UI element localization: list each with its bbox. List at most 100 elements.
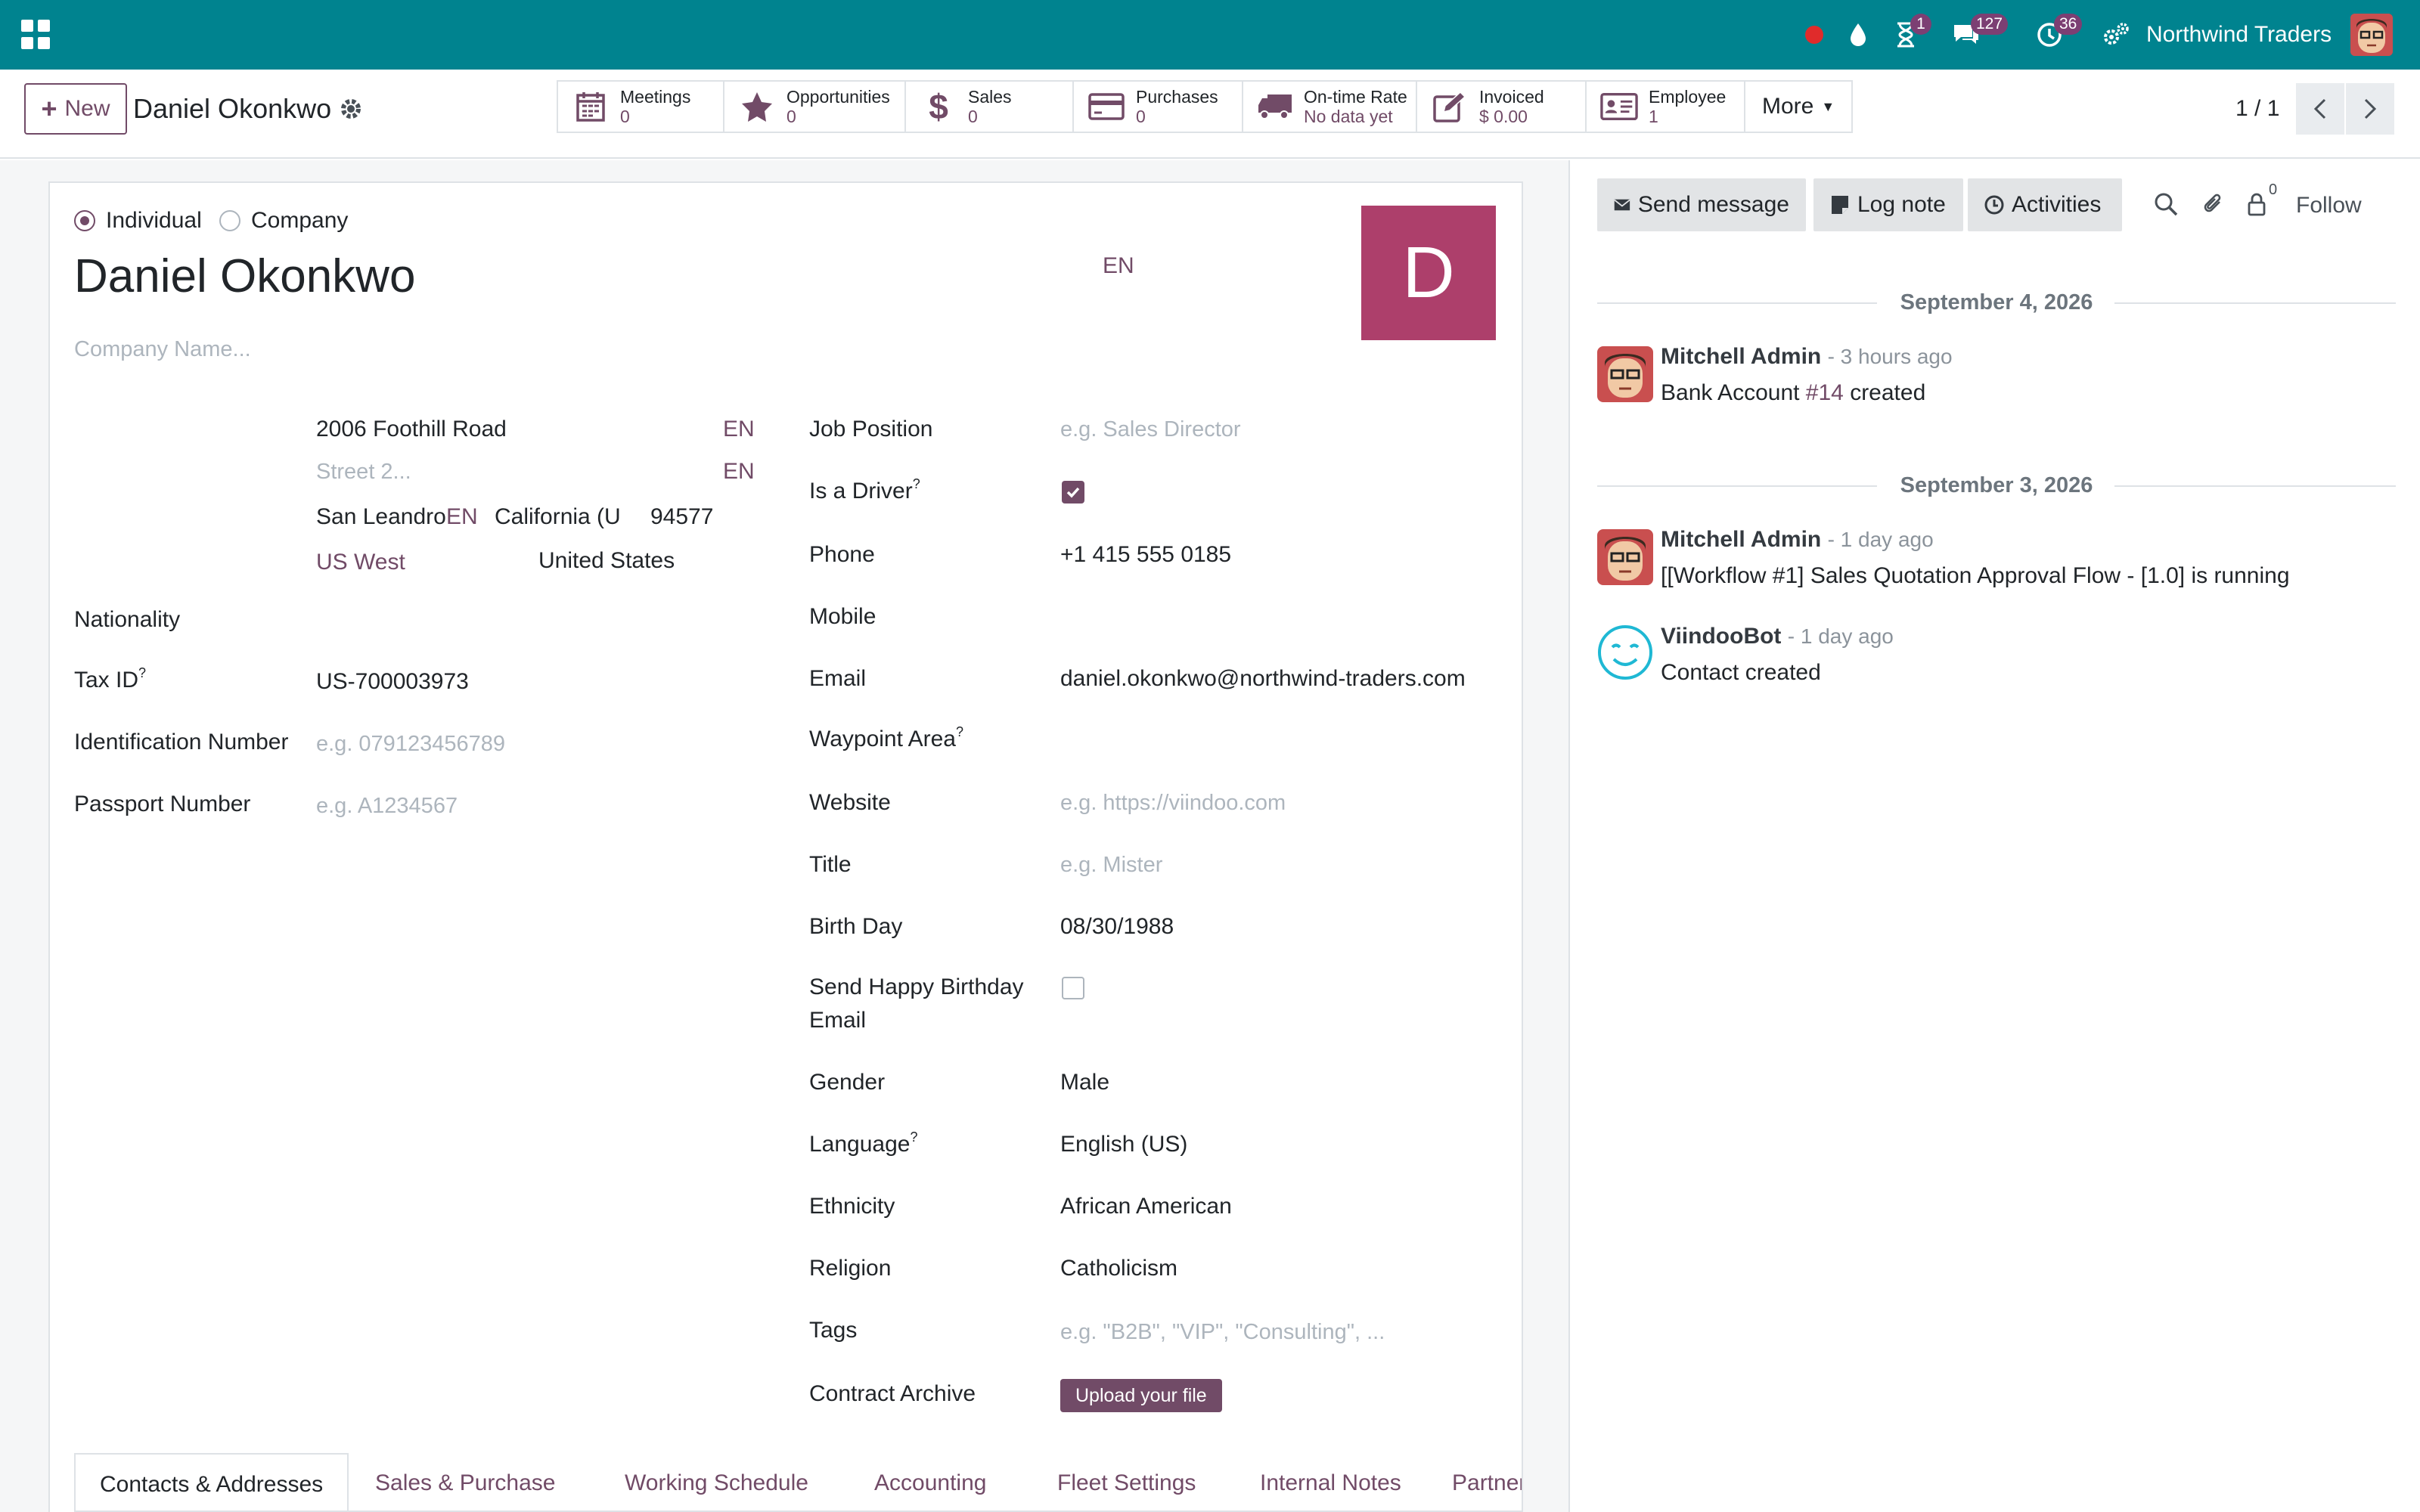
pencil-square-icon	[1431, 88, 1469, 125]
radio-company[interactable]: Company	[219, 206, 348, 236]
tab-partner-assign[interactable]: Partner Assign	[1428, 1453, 1522, 1510]
language-select[interactable]: English (US)	[1060, 1128, 1187, 1161]
tab-sales-purchase[interactable]: Sales & Purchase	[351, 1453, 579, 1510]
tags-label: Tags	[809, 1318, 858, 1343]
job-position-input[interactable]: e.g. Sales Director	[1060, 414, 1241, 445]
ethnicity-select[interactable]: African American	[1060, 1190, 1232, 1223]
tab-internal-notes[interactable]: Internal Notes	[1236, 1453, 1426, 1510]
note-icon	[1832, 196, 1848, 214]
paperclip-icon[interactable]	[2198, 189, 2228, 219]
star-icon	[738, 88, 776, 125]
top-navbar: 1 127 36 Northwind Traders	[0, 0, 2420, 70]
identification-number-label: Identification Number	[74, 730, 289, 754]
more-dropdown[interactable]: More ▼	[1745, 82, 1851, 132]
smart-button-ontime-rate[interactable]: On-time Rate No data yet	[1243, 82, 1417, 132]
tab-fleet-settings[interactable]: Fleet Settings	[1033, 1453, 1220, 1510]
mobile-input[interactable]	[1060, 600, 1484, 634]
tab-working-schedule[interactable]: Working Schedule	[600, 1453, 833, 1510]
message-author: Mitchell Admin - 3 hours ago	[1661, 344, 1953, 369]
new-button[interactable]: + New	[24, 83, 127, 135]
email-label: Email	[809, 666, 867, 691]
smart-button-opportunities[interactable]: Opportunities 0	[724, 82, 906, 132]
phone-input[interactable]: +1 415 555 0185	[1060, 538, 1231, 572]
follow-button[interactable]: Follow	[2296, 189, 2362, 222]
smart-button-sales[interactable]: $ Sales 0	[906, 82, 1074, 132]
country-select[interactable]: United States	[538, 544, 675, 578]
envelope-icon	[1614, 199, 1630, 211]
nationality-label: Nationality	[74, 607, 181, 632]
partner-avatar[interactable]: D	[1361, 206, 1496, 340]
tab-accounting[interactable]: Accounting	[850, 1453, 1010, 1510]
mobile-label: Mobile	[809, 604, 876, 629]
recording-icon[interactable]	[1801, 17, 1827, 53]
message-author-avatar[interactable]	[1597, 346, 1653, 402]
language-label: Language?	[809, 1129, 918, 1157]
tags-input[interactable]: e.g. "B2B", "VIP", "Consulting", ...	[1060, 1317, 1385, 1347]
timer-badge: 36	[2054, 14, 2083, 35]
help-icon[interactable]: ?	[913, 476, 920, 491]
form-sheet	[48, 181, 1523, 1512]
help-icon[interactable]: ?	[910, 1129, 917, 1145]
radio-individual[interactable]: Individual	[74, 206, 202, 236]
street-input[interactable]: 2006 Foothill Road	[316, 413, 507, 446]
tax-id-input[interactable]: US-700003973	[316, 665, 469, 699]
region-link[interactable]: US West	[316, 546, 405, 579]
religion-select[interactable]: Catholicism	[1060, 1252, 1177, 1285]
gender-select[interactable]: Male	[1060, 1066, 1109, 1099]
title-label: Title	[809, 852, 852, 877]
passport-number-input[interactable]: e.g. A1234567	[316, 791, 458, 821]
phone-label: Phone	[809, 542, 875, 567]
name-translate-button[interactable]: EN	[1103, 251, 1134, 281]
ethnicity-label: Ethnicity	[809, 1194, 895, 1219]
log-note-button[interactable]: Log note	[1813, 178, 1963, 231]
company-name-input[interactable]: Company Name...	[74, 334, 251, 364]
identification-number-input[interactable]: e.g. 079123456789	[316, 729, 505, 759]
street2-input[interactable]: Street 2...	[316, 457, 411, 487]
user-avatar[interactable]	[2350, 14, 2393, 56]
email-input[interactable]: daniel.okonkwo@northwind-traders.com	[1060, 662, 1466, 696]
birthday-label: Birth Day	[809, 914, 903, 939]
send-message-button[interactable]: Send message	[1597, 178, 1806, 231]
zip-input[interactable]: 94577	[650, 500, 713, 534]
state-select[interactable]: California (U	[495, 500, 621, 534]
street2-translate-button[interactable]: EN	[723, 457, 755, 487]
smart-button-invoiced[interactable]: Invoiced $ 0.00	[1417, 82, 1587, 132]
title-input[interactable]: e.g. Mister	[1060, 850, 1162, 880]
happy-birthday-checkbox[interactable]	[1062, 977, 1084, 999]
activities-button[interactable]: Activities	[1968, 178, 2122, 231]
gear-icon[interactable]	[337, 95, 365, 122]
help-icon[interactable]: ?	[956, 724, 963, 739]
tab-contacts-addresses[interactable]: Contacts & Addresses	[74, 1453, 349, 1510]
help-icon[interactable]: ?	[138, 665, 146, 680]
passport-number-label: Passport Number	[74, 792, 251, 816]
upload-file-button[interactable]: Upload your file	[1060, 1379, 1222, 1412]
messages-icon[interactable]: 127	[1951, 14, 2009, 53]
smart-button-employee[interactable]: Employee 1	[1587, 82, 1745, 132]
pager-value[interactable]: 1 / 1	[2235, 92, 2279, 125]
message-author-avatar[interactable]	[1597, 529, 1653, 585]
contract-archive-label: Contract Archive	[809, 1381, 976, 1406]
street-translate-button[interactable]: EN	[723, 414, 755, 445]
website-input[interactable]: e.g. https://viindoo.com	[1060, 788, 1286, 818]
birthday-input[interactable]: 08/30/1988	[1060, 910, 1174, 943]
city-translate-button[interactable]: EN	[446, 502, 478, 532]
bot-avatar[interactable]	[1597, 624, 1653, 680]
partner-name-input[interactable]: Daniel Okonkwo	[74, 248, 415, 305]
search-icon[interactable]	[2151, 189, 2181, 219]
city-input[interactable]: San Leandro	[316, 500, 446, 534]
pager-previous-button[interactable]	[2296, 83, 2344, 135]
settings-gears-icon[interactable]	[2101, 17, 2131, 53]
smart-button-meetings[interactable]: Meetings 0	[558, 82, 724, 132]
followers-lock-icon[interactable]: 0	[2242, 181, 2277, 219]
smart-buttons: Meetings 0 Opportunities 0 $ Sales 0 Purcha…	[557, 80, 1854, 133]
smart-button-purchases[interactable]: Purchases 0	[1074, 82, 1243, 132]
pager-next-button[interactable]	[2346, 83, 2394, 135]
waypoint-area-input[interactable]	[1060, 724, 1484, 758]
activity-icon[interactable]: 1	[1891, 14, 1931, 53]
drop-icon[interactable]	[1845, 17, 1871, 53]
radio-checked-icon	[74, 210, 95, 231]
company-switcher[interactable]: Northwind Traders	[2146, 20, 2332, 50]
is-driver-checkbox[interactable]	[1062, 481, 1084, 503]
timer-icon[interactable]: 36	[2034, 14, 2083, 53]
app-menu-icon[interactable]	[21, 20, 51, 50]
